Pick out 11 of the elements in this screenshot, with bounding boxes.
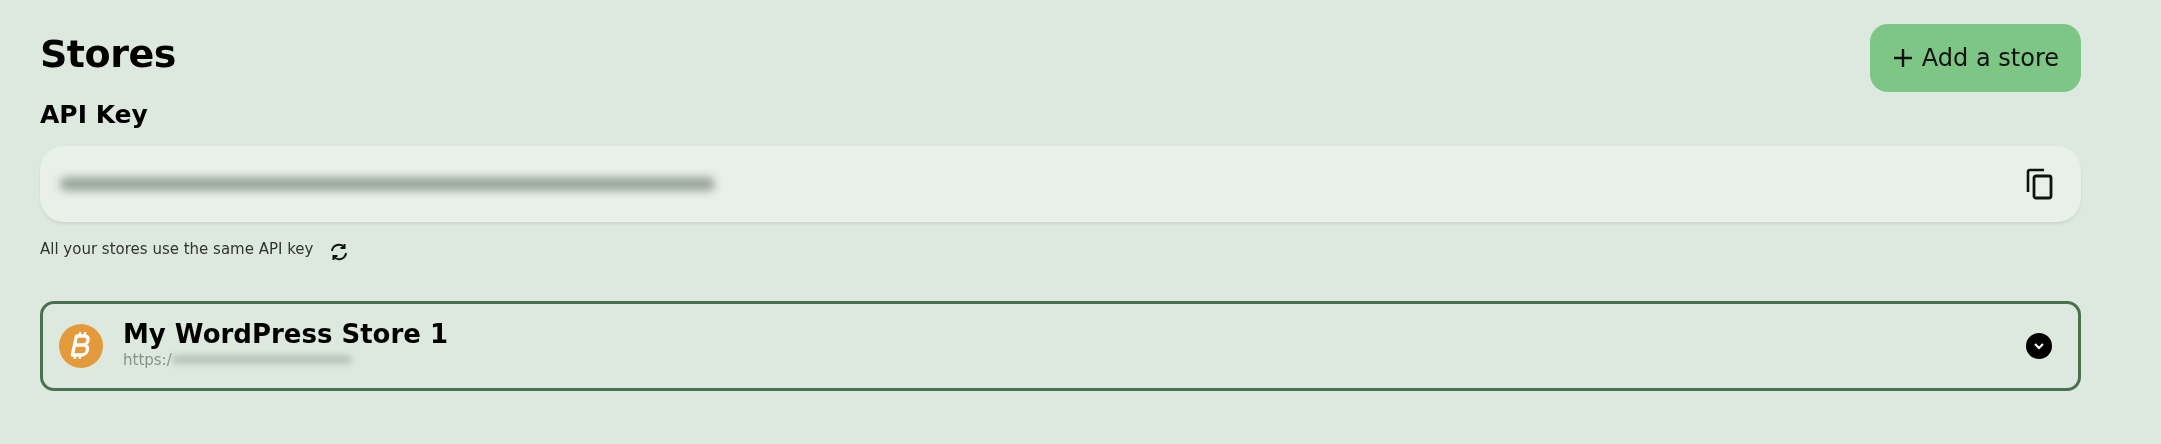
- page-title: Stores: [40, 32, 176, 78]
- plus-icon: [1891, 47, 1914, 69]
- copy-icon[interactable]: [2025, 168, 2055, 200]
- expand-icon[interactable]: [2026, 332, 2052, 359]
- store-url: https:/: [123, 349, 172, 371]
- add-store-button[interactable]: Add a store: [1869, 24, 2081, 92]
- store-name: My WordPress Store 1: [123, 319, 449, 349]
- api-key-label: API Key: [40, 100, 149, 130]
- bitcoin-icon: [59, 323, 103, 368]
- help-text: All your stores use the same API key: [40, 239, 314, 260]
- store-card[interactable]: My WordPress Store 1 https:/: [40, 300, 2081, 391]
